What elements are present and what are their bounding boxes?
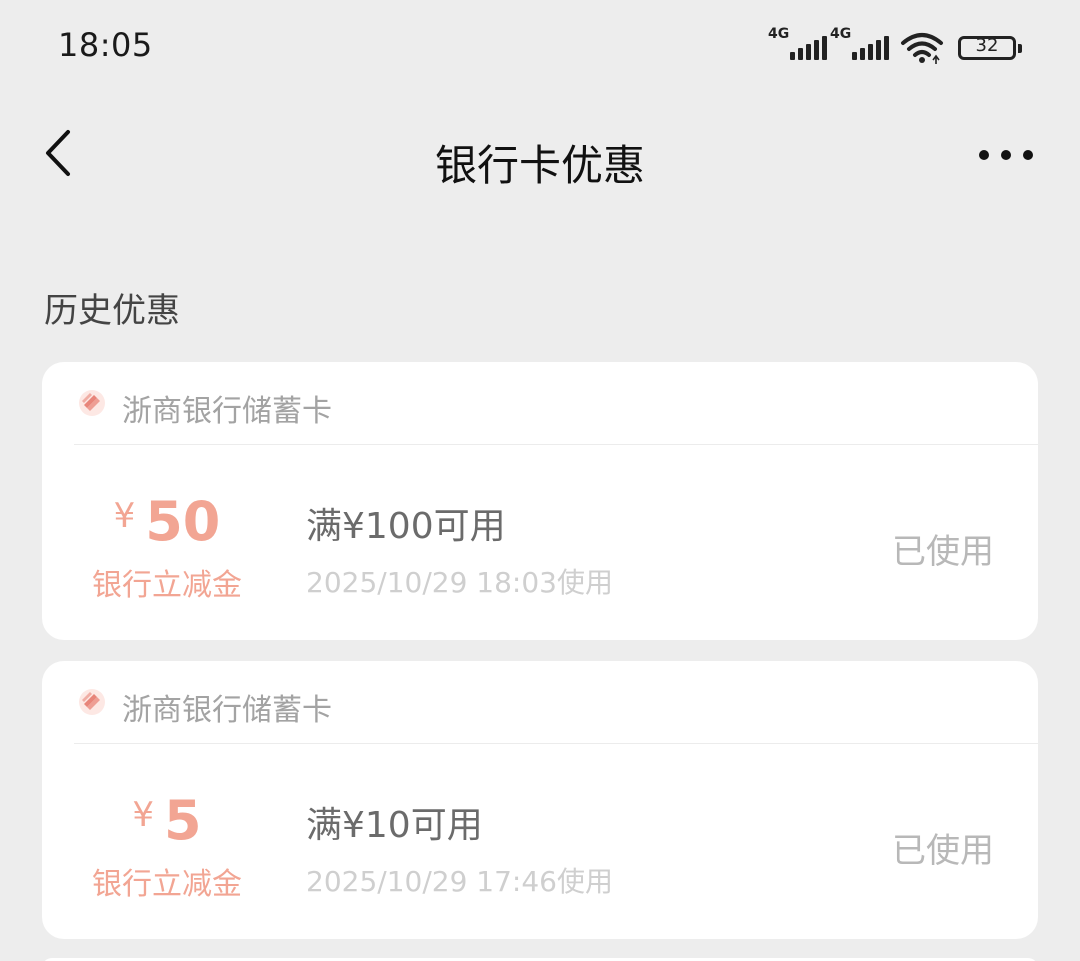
used-time: 2025/10/29 17:46使用	[306, 865, 613, 898]
wifi-icon	[901, 33, 943, 64]
used-time: 2025/10/29 18:03使用	[306, 566, 613, 599]
bank-logo-icon	[79, 689, 105, 715]
divider	[74, 444, 1038, 445]
bank-logo-icon	[79, 390, 105, 416]
coupon-amount: ¥50	[82, 490, 252, 553]
currency-symbol: ¥	[132, 795, 155, 835]
network-type-label: 4G	[768, 26, 790, 42]
status-icons: 4G 4G 32	[768, 26, 1022, 66]
coupon-amount: ¥5	[82, 789, 252, 852]
divider	[74, 743, 1038, 744]
coupon-card[interactable]: 浙商银行储蓄卡 ¥5 银行立减金 满¥10可用 2025/10/29 17:46…	[42, 661, 1038, 939]
card-header: 浙商银行储蓄卡	[42, 661, 1038, 743]
amount-value: 5	[164, 789, 202, 852]
screen: 18:05 4G 4G 32 银行卡优惠 历史优惠 浙商银行储蓄卡 ¥ 50 银…	[0, 0, 1080, 961]
status-bar: 18:05 4G 4G 32	[0, 0, 1080, 92]
amount-label: 银行立减金	[92, 867, 242, 902]
bank-name: 浙商银行储蓄卡	[122, 394, 332, 429]
coupon-condition: 满¥100可用	[306, 506, 506, 547]
bank-name: 浙商银行储蓄卡	[122, 693, 332, 728]
nav-bar: 银行卡优惠	[0, 110, 1080, 200]
coupon-status: 已使用	[892, 831, 994, 871]
amount-value: 50	[145, 490, 221, 553]
signal-icon: 4G	[830, 26, 889, 60]
more-dots-icon	[979, 150, 1033, 160]
amount-label: 银行立减金	[92, 568, 242, 603]
status-time: 18:05	[58, 26, 153, 64]
battery-icon: 32	[958, 35, 1022, 60]
battery-level: 32	[975, 35, 999, 56]
coupon-status: 已使用	[892, 532, 994, 572]
coupon-condition: 满¥10可用	[306, 805, 483, 846]
card-header: 浙商银行储蓄卡	[42, 362, 1038, 444]
network-type-label: 4G	[830, 26, 852, 42]
section-title: 历史优惠	[44, 291, 180, 331]
currency-symbol: ¥	[113, 496, 136, 536]
page-title: 银行卡优惠	[434, 141, 645, 190]
more-button[interactable]	[978, 140, 1034, 170]
signal-icon: 4G	[768, 26, 827, 60]
coupon-card[interactable]: 浙商银行储蓄卡 ¥50 银行立减金 满¥100可用 2025/10/29 18:…	[42, 362, 1038, 640]
